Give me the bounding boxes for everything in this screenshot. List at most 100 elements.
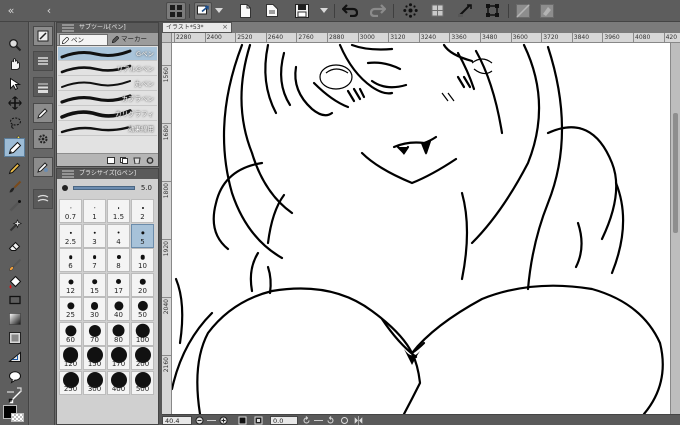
brush-shape-icon[interactable] — [33, 189, 53, 209]
tab-pen[interactable]: ペン — [59, 34, 108, 45]
vertical-ruler[interactable]: 1560 1680 1800 1920 2040 2160 — [162, 43, 172, 414]
brush-size-option[interactable]: 12 — [59, 272, 82, 297]
brush-size-option[interactable]: 50 — [131, 297, 154, 321]
brush-item-g-pen[interactable]: Gペン — [58, 47, 157, 61]
horizontal-ruler[interactable]: 2280 2400 2520 2640 2760 2880 3000 3120 3240 3360… — [172, 33, 680, 43]
brush-size-option[interactable]: 6 — [59, 248, 82, 272]
brush-size-option[interactable]: 3 — [83, 223, 106, 248]
tab-marker[interactable]: マーカー — [110, 34, 156, 45]
tool-pen[interactable] — [4, 138, 25, 157]
fit-view-button[interactable] — [238, 416, 247, 425]
export-menu-button[interactable] — [215, 7, 223, 16]
tool-property-icon[interactable] — [33, 51, 53, 71]
tool-eraser[interactable] — [4, 236, 25, 255]
tool-figure[interactable] — [4, 290, 25, 309]
snap-special-ruler-button[interactable] — [403, 3, 418, 20]
rotate-left-button[interactable] — [302, 416, 311, 425]
brush-size-option[interactable]: 1.5 — [107, 199, 130, 223]
layout-grid-button[interactable] — [166, 2, 186, 20]
undo-button[interactable] — [341, 4, 359, 19]
settings-palette-icon[interactable] — [33, 129, 53, 149]
brush-size-option[interactable]: 2 — [131, 199, 154, 223]
brush-size-option[interactable]: 30 — [83, 297, 106, 321]
subtool-settings-icon[interactable] — [146, 157, 154, 164]
tool-layer-move[interactable] — [4, 93, 25, 112]
tool-fill[interactable] — [4, 272, 25, 291]
color-swap-button[interactable] — [4, 384, 24, 400]
rotate-right-button[interactable] — [326, 416, 335, 425]
open-file-button[interactable] — [266, 4, 278, 19]
subtool-palette-icon[interactable] — [33, 26, 53, 46]
tool-pencil[interactable] — [4, 158, 25, 177]
brush-size-option[interactable]: 7 — [83, 248, 106, 272]
brush-size-palette-icon[interactable] — [33, 77, 53, 97]
collapse-left-icon[interactable]: « — [4, 3, 18, 19]
brush-size-option[interactable]: 120 — [59, 346, 82, 370]
rotation-slider[interactable] — [314, 416, 323, 425]
navigator-icon[interactable] — [33, 103, 53, 123]
zoom-slider[interactable] — [207, 416, 216, 425]
document-tab[interactable]: イラスト*53* × — [162, 22, 232, 33]
brush-size-option[interactable]: 4 — [107, 223, 130, 248]
brush-size-option[interactable]: 500 — [131, 370, 154, 395]
zoom-in-button[interactable] — [219, 416, 228, 425]
collapse-panel-icon[interactable]: ‹ — [42, 3, 56, 19]
delete-subtool-icon[interactable] — [133, 157, 141, 165]
brush-size-option[interactable]: 60 — [59, 321, 82, 346]
brush-size-option[interactable]: 0.7 — [59, 199, 82, 223]
zoom-out-button[interactable] — [195, 416, 204, 425]
brush-size-option[interactable]: 10 — [131, 248, 154, 272]
brush-size-option[interactable]: 40 — [107, 297, 130, 321]
tool-zoom[interactable] — [4, 35, 25, 54]
brush-size-option[interactable]: 2.5 — [59, 223, 82, 248]
copy-subtool-icon[interactable] — [120, 157, 128, 164]
brush-size-option[interactable]: 70 — [83, 321, 106, 346]
transform-button[interactable] — [485, 3, 500, 20]
brush-size-option[interactable]: 200 — [131, 346, 154, 370]
panel-menu-icon[interactable] — [62, 170, 74, 178]
snap-ruler-button[interactable] — [457, 3, 473, 20]
brush-item-kabura-pen[interactable]: カブラペン — [58, 92, 157, 106]
tool-operation[interactable] — [4, 74, 25, 93]
tool-gradient[interactable] — [4, 309, 25, 328]
scrollbar-thumb[interactable] — [673, 113, 678, 233]
export-button[interactable] — [194, 2, 212, 20]
brush-size-slider[interactable]: 5.0 — [59, 181, 156, 195]
stabilization-icon[interactable] — [33, 157, 53, 177]
tool-lasso[interactable] — [4, 113, 25, 132]
redo-button[interactable] — [369, 4, 387, 19]
fill-button[interactable] — [540, 4, 554, 20]
flip-horizontal-button[interactable] — [354, 416, 363, 425]
zoom-input[interactable]: 40.4 — [162, 416, 192, 425]
panel-menu-icon[interactable] — [62, 24, 74, 32]
vertical-scrollbar[interactable] — [670, 43, 680, 414]
tool-decoration[interactable] — [4, 216, 25, 235]
brush-size-option[interactable]: 15 — [83, 272, 106, 297]
tool-frame[interactable] — [4, 328, 25, 347]
brush-size-option[interactable]: 80 — [107, 321, 130, 346]
brush-size-option[interactable]: 20 — [131, 272, 154, 297]
brush-size-option[interactable]: 250 — [59, 370, 82, 395]
close-icon[interactable]: × — [222, 23, 228, 32]
brush-size-option[interactable]: 8 — [107, 248, 130, 272]
actual-pixel-button[interactable] — [254, 416, 263, 425]
brush-size-option[interactable]: 150 — [83, 346, 106, 370]
tool-airbrush[interactable] — [4, 196, 25, 215]
reset-rotation-button[interactable] — [340, 416, 349, 425]
tool-hand[interactable] — [4, 54, 25, 73]
brush-size-option[interactable]: 170 — [107, 346, 130, 370]
brush-size-option[interactable]: 25 — [59, 297, 82, 321]
brush-size-option[interactable]: 1 — [83, 199, 106, 223]
save-button[interactable] — [295, 4, 309, 20]
brush-size-option[interactable]: 5 — [131, 223, 154, 248]
rotation-input[interactable]: 0.0 — [270, 416, 298, 425]
tool-brush[interactable] — [4, 177, 25, 196]
snap-grid-button[interactable] — [430, 3, 445, 20]
brush-size-option[interactable]: 400 — [107, 370, 130, 395]
brush-size-option[interactable]: 100 — [131, 321, 154, 346]
brush-item-maru-pen[interactable]: 丸ペン — [58, 77, 157, 91]
size-slider-track[interactable] — [73, 186, 135, 190]
brush-item-real-g-pen[interactable]: リアルGペン — [58, 62, 157, 76]
transparent-color-swatch[interactable] — [11, 413, 24, 422]
drawing-canvas[interactable] — [172, 43, 670, 414]
